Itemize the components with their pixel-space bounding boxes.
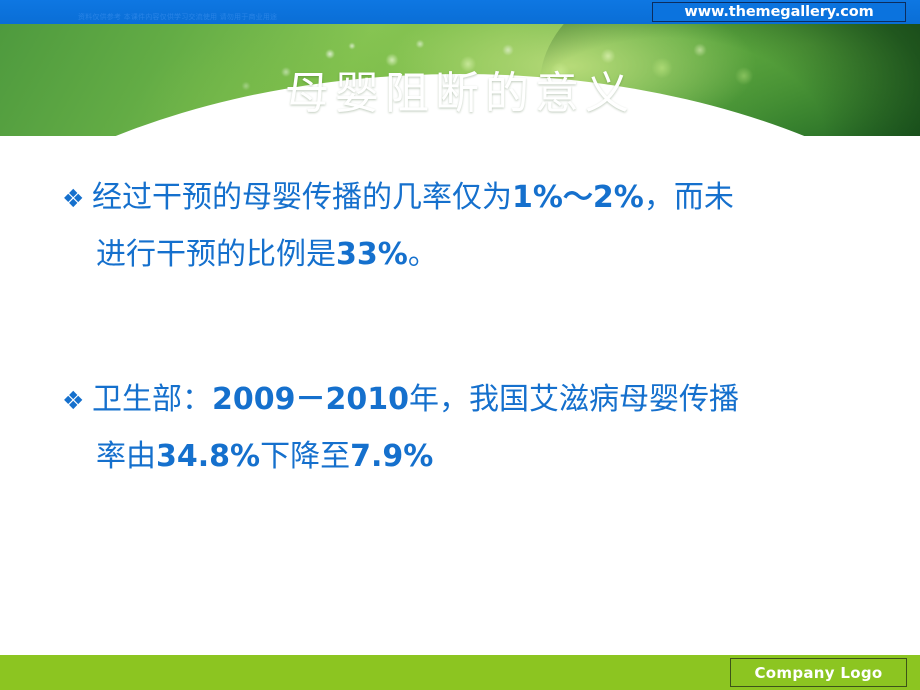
company-logo-label: Company Logo [754,663,883,682]
bullet-line: ❖ 卫生部：2009－2010年，我国艾滋病母婴传播 [62,372,872,429]
website-url-label: www.themegallery.com [684,4,874,20]
bullet-item-1: ❖ 经过干预的母婴传播的几率仅为1%～2%，而未 进行干预的比例是33%。 [62,170,872,283]
diamond-bullet-icon: ❖ [62,184,85,213]
bullet-line: ❖ 经过干预的母婴传播的几率仅为1%～2%，而未 [62,170,872,227]
bullet-line: 进行干预的比例是33%。 [62,227,872,283]
bullet-text: 率由 [96,439,156,474]
bullet-text-emphasis: 1%～2% [512,180,644,215]
slide-content-area: ❖ 经过干预的母婴传播的几率仅为1%～2%，而未 进行干预的比例是33%。 ❖ 卫生部… [0,150,920,630]
bullet-line: 率由34.8%下降至7.9% [62,429,872,485]
bullet-text-emphasis: 7.9% [350,439,434,474]
company-logo-badge[interactable]: Company Logo [730,658,907,687]
page-title: 母婴阻断的意义 [285,68,635,120]
bullet-text-emphasis: 2009－2010 [212,382,409,417]
faint-watermark-text: 资料仅供参考 本课件内容仅供学习交流使用 请勿用于商业用途 [78,13,278,21]
bullet-text: 。 [407,237,438,272]
bullet-text: ，而未 [643,180,734,215]
bullet-text: 年，我国艾滋病母婴传播 [409,382,739,417]
bullet-text: 进行干预的比例是 [96,237,336,272]
footer-green-bar: Company Logo [0,655,920,690]
website-url-badge[interactable]: www.themegallery.com [652,2,906,22]
top-blue-bar: 资料仅供参考 本课件内容仅供学习交流使用 请勿用于商业用途 www.themeg… [0,0,920,24]
diamond-bullet-icon: ❖ [62,386,85,415]
bullet-text-emphasis: 33% [336,237,408,272]
bullet-text: 卫生部： [92,382,212,417]
bullet-text-emphasis: 34.8% [156,439,261,474]
bullet-text: 下降至 [260,439,351,474]
bullet-item-2: ❖ 卫生部：2009－2010年，我国艾滋病母婴传播 率由34.8%下降至7.9% [62,372,872,485]
bullet-text: 经过干预的母婴传播的几率仅为 [92,180,512,215]
presentation-slide: 资料仅供参考 本课件内容仅供学习交流使用 请勿用于商业用途 www.themeg… [0,0,920,690]
